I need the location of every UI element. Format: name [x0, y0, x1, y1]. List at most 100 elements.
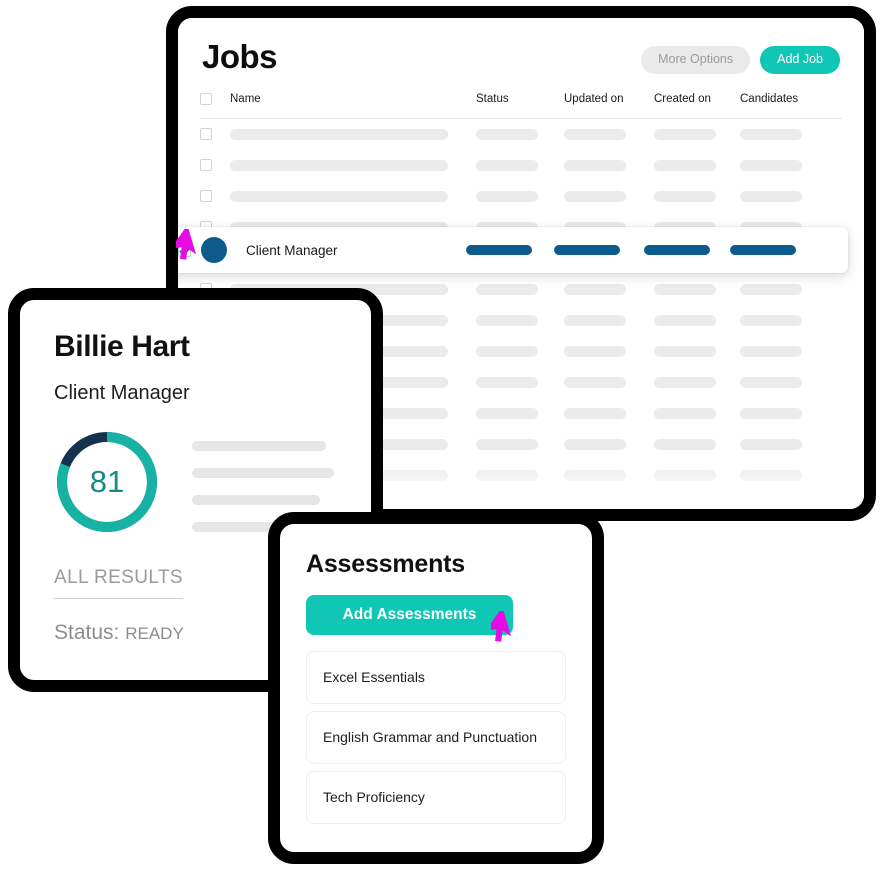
status-pill — [466, 245, 532, 255]
add-assessments-button[interactable]: Add Assessments — [306, 595, 513, 635]
assessment-list-item[interactable]: English Grammar and Punctuation — [306, 711, 566, 764]
row-cell-candidates — [740, 283, 826, 295]
row-cell-created-on — [654, 376, 740, 388]
row-cell-updated-on — [564, 314, 654, 326]
status-label: Status: — [54, 621, 120, 644]
page-title: Jobs — [202, 38, 278, 76]
row-checkbox-cell[interactable] — [200, 159, 230, 172]
row-cell-created-on — [654, 345, 740, 357]
candidate-name: Billie Hart — [54, 330, 190, 363]
row-cell-status — [476, 376, 564, 388]
skeleton-bar — [564, 438, 626, 450]
assessments-window: Assessments Add Assessments Excel Essent… — [268, 512, 604, 864]
row-cell-created-on — [654, 190, 740, 202]
row-cell-candidates — [740, 407, 826, 419]
skeleton-bar — [476, 314, 538, 326]
row-cell-updated-on — [564, 128, 654, 140]
row-checkbox-checked[interactable] — [178, 243, 191, 257]
skeleton-bar — [654, 159, 716, 171]
row-cell-created-on — [654, 407, 740, 419]
assessment-list-item[interactable]: Excel Essentials — [306, 651, 566, 704]
skeleton-bar — [740, 159, 802, 171]
skeleton-bar — [476, 345, 538, 357]
row-cell-updated-on — [564, 345, 654, 357]
avatar — [201, 237, 227, 263]
candidate-role: Client Manager — [54, 382, 190, 404]
skeleton-bar — [740, 314, 802, 326]
skeleton-line — [192, 468, 334, 478]
created-on-pill — [644, 245, 710, 255]
skeleton-bar — [476, 190, 538, 202]
skeleton-bar — [564, 345, 626, 357]
row-cell-candidates — [730, 245, 816, 255]
table-row[interactable] — [200, 181, 842, 212]
row-cell-name — [230, 159, 476, 171]
row-checkbox-cell[interactable] — [200, 190, 230, 203]
row-checkbox[interactable] — [200, 190, 212, 203]
skeleton-bar — [654, 438, 716, 450]
screenshot-canvas: Jobs More Options Add Job Name Status Up… — [0, 0, 887, 877]
skeleton-bar — [564, 376, 626, 388]
column-header-candidates[interactable]: Candidates — [740, 93, 826, 105]
row-checkbox-cell[interactable] — [200, 128, 230, 141]
table-row[interactable] — [200, 150, 842, 181]
column-header-name[interactable]: Name — [230, 93, 476, 105]
skeleton-bar — [654, 314, 716, 326]
row-cell-candidates — [740, 128, 826, 140]
row-cell-updated-on — [564, 283, 654, 295]
row-cell-created-on — [654, 159, 740, 171]
jobs-header-actions: More Options Add Job — [641, 46, 840, 74]
skeleton-bar — [476, 159, 538, 171]
more-options-button[interactable]: More Options — [641, 46, 751, 74]
row-cell-status — [476, 159, 564, 171]
skeleton-bar — [740, 190, 802, 202]
skeleton-bar — [654, 376, 716, 388]
row-cell-status — [476, 345, 564, 357]
row-cell-status — [476, 407, 564, 419]
all-results-link[interactable]: ALL RESULTS — [54, 567, 184, 599]
assessment-list-item[interactable]: Tech Proficiency — [306, 771, 566, 824]
skeleton-bar — [654, 283, 716, 295]
select-all-checkbox-cell[interactable] — [200, 92, 230, 105]
column-header-updated-on[interactable]: Updated on — [564, 93, 654, 105]
table-row[interactable] — [200, 119, 842, 150]
row-cell-status — [476, 128, 564, 140]
skeleton-bar — [654, 128, 716, 140]
row-cell-updated-on — [564, 376, 654, 388]
row-checkbox[interactable] — [200, 159, 212, 172]
row-cell-updated-on — [564, 438, 654, 450]
row-cell-status — [476, 469, 564, 481]
row-cell-updated-on — [564, 159, 654, 171]
skeleton-bar — [654, 469, 716, 481]
select-all-checkbox[interactable] — [200, 92, 212, 105]
row-cell-candidates — [740, 159, 826, 171]
row-cell-status — [476, 283, 564, 295]
row-cell-candidates — [740, 469, 826, 481]
row-cell-created-on — [654, 128, 740, 140]
skeleton-bar — [230, 128, 448, 140]
skeleton-line — [192, 495, 320, 505]
column-header-status[interactable]: Status — [476, 93, 564, 105]
skeleton-bar — [476, 376, 538, 388]
row-cell-status — [476, 190, 564, 202]
table-row-selected[interactable]: Client Manager — [178, 227, 848, 273]
table-header-row: Name Status Updated on Created on Candid… — [200, 86, 842, 119]
skeleton-bar — [230, 159, 448, 171]
row-cell-name — [230, 190, 476, 202]
row-cell-created-on — [654, 469, 740, 481]
candidates-pill — [730, 245, 796, 255]
score-value: 81 — [89, 464, 125, 499]
skeleton-bar — [740, 345, 802, 357]
row-cell-candidates — [740, 345, 826, 357]
row-checkbox[interactable] — [200, 128, 212, 141]
add-job-button[interactable]: Add Job — [760, 46, 840, 74]
assessments-title: Assessments — [306, 550, 466, 578]
skeleton-bar — [740, 283, 802, 295]
assessments-list: Excel Essentials English Grammar and Punc… — [306, 651, 566, 824]
skeleton-bar — [476, 469, 538, 481]
column-header-created-on[interactable]: Created on — [654, 93, 740, 105]
jobs-header: Jobs More Options Add Job — [178, 18, 864, 74]
updated-on-pill — [554, 245, 620, 255]
skeleton-bar — [654, 407, 716, 419]
skeleton-bar — [564, 190, 626, 202]
